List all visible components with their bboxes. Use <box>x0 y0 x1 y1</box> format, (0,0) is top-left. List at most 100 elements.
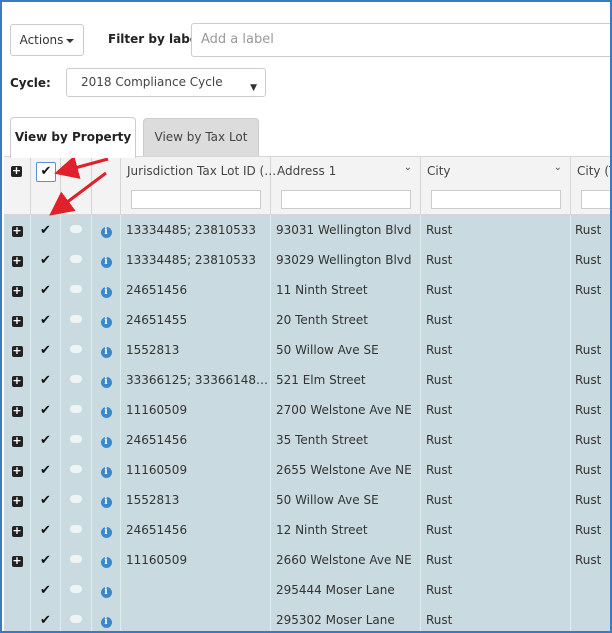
info-cell[interactable]: i <box>92 575 121 605</box>
info-cell[interactable]: i <box>92 545 121 575</box>
notes-cell[interactable] <box>61 545 92 575</box>
info-cell[interactable]: i <box>92 485 121 515</box>
speech-bubble-icon[interactable] <box>70 465 82 473</box>
checkmark-icon[interactable]: ✔ <box>40 373 51 388</box>
expand-row-icon[interactable]: + <box>11 525 23 537</box>
speech-bubble-icon[interactable] <box>70 435 82 443</box>
info-cell[interactable]: i <box>92 275 121 305</box>
info-circle-icon[interactable]: i <box>100 467 112 478</box>
expand-row-icon[interactable]: + <box>11 465 23 477</box>
select-cell[interactable]: ✔ <box>31 395 61 425</box>
notes-cell[interactable] <box>61 485 92 515</box>
select-cell[interactable]: ✔ <box>31 605 61 631</box>
expand-row-icon[interactable]: + <box>11 375 23 387</box>
notes-cell[interactable] <box>61 455 92 485</box>
info-circle-icon[interactable]: i <box>100 617 112 628</box>
info-cell[interactable]: i <box>92 425 121 455</box>
speech-bubble-icon[interactable] <box>70 255 82 263</box>
select-cell[interactable]: ✔ <box>31 545 61 575</box>
notes-cell[interactable] <box>61 275 92 305</box>
info-circle-icon[interactable]: i <box>100 317 112 328</box>
checkmark-icon[interactable]: ✔ <box>40 433 51 448</box>
notes-cell[interactable] <box>61 215 92 245</box>
speech-bubble-icon[interactable] <box>70 585 82 593</box>
notes-cell[interactable] <box>61 515 92 545</box>
table-row[interactable]: + ✔ i 11160509 2700 Welstone Ave NE Rust Rust <box>4 395 610 425</box>
address-filter-input[interactable] <box>281 190 411 209</box>
checkmark-icon[interactable]: ✔ <box>40 343 51 358</box>
actions-dropdown-button[interactable]: Actions <box>10 24 84 56</box>
speech-bubble-icon[interactable] <box>70 285 82 293</box>
speech-bubble-icon[interactable] <box>70 345 82 353</box>
table-row[interactable]: + ✔ i 24651456 11 Ninth Street Rust Rust <box>4 275 610 305</box>
table-row[interactable]: + ✔ i 24651456 12 Ninth Street Rust Rust <box>4 515 610 545</box>
select-cell[interactable]: ✔ <box>31 245 61 275</box>
checkmark-icon[interactable]: ✔ <box>40 313 51 328</box>
expand-all-icon[interactable]: + <box>11 165 22 177</box>
table-row[interactable]: + ✔ i 11160509 2660 Welstone Ave NE Rust Rust <box>4 545 610 575</box>
expand-row-icon[interactable]: + <box>11 225 23 237</box>
select-cell[interactable]: ✔ <box>31 275 61 305</box>
chevron-down-icon[interactable]: ⌄ <box>554 162 562 173</box>
table-row[interactable]: + ✔ i 24651456 35 Tenth Street Rust Rust <box>4 425 610 455</box>
checkmark-icon[interactable]: ✔ <box>40 493 51 508</box>
jurisdiction-filter-input[interactable] <box>131 190 261 209</box>
select-cell[interactable]: ✔ <box>31 515 61 545</box>
info-cell[interactable]: i <box>92 215 121 245</box>
cycle-select[interactable]: 2018 Compliance Cycle ▼ <box>66 68 266 97</box>
notes-cell[interactable] <box>61 605 92 631</box>
notes-cell[interactable] <box>61 335 92 365</box>
select-cell[interactable]: ✔ <box>31 455 61 485</box>
select-cell[interactable]: ✔ <box>31 425 61 455</box>
city-filter-input[interactable] <box>431 190 561 209</box>
expand-row-icon[interactable]: + <box>11 405 23 417</box>
info-circle-icon[interactable]: i <box>100 257 112 268</box>
add-label-input[interactable]: Add a label <box>191 23 610 57</box>
select-cell[interactable]: ✔ <box>31 575 61 605</box>
checkmark-icon[interactable]: ✔ <box>40 523 51 538</box>
info-cell[interactable]: i <box>92 515 121 545</box>
select-cell[interactable]: ✔ <box>31 485 61 515</box>
info-circle-icon[interactable]: i <box>100 287 112 298</box>
info-circle-icon[interactable]: i <box>100 377 112 388</box>
speech-bubble-icon[interactable] <box>70 555 82 563</box>
info-cell[interactable]: i <box>92 305 121 335</box>
notes-cell[interactable] <box>61 395 92 425</box>
table-row[interactable]: + ✔ i 13334485; 23810533 93029 Wellington Bl… <box>4 245 610 275</box>
info-cell[interactable]: i <box>92 395 121 425</box>
checkmark-icon[interactable]: ✔ <box>40 583 51 598</box>
info-circle-icon[interactable]: i <box>100 497 112 508</box>
expand-row-icon[interactable]: + <box>11 315 23 327</box>
table-row[interactable]: + ✔ i 1552813 50 Willow Ave SE Rust Rust <box>4 335 610 365</box>
info-cell[interactable]: i <box>92 455 121 485</box>
notes-cell[interactable] <box>61 575 92 605</box>
checkmark-icon[interactable]: ✔ <box>40 283 51 298</box>
column-header-address[interactable]: Address 1 ⌄ <box>271 157 421 215</box>
table-row[interactable]: + ✔ i 13334485; 23810533 93031 Wellington Bl… <box>4 215 610 245</box>
info-circle-icon[interactable]: i <box>100 407 112 418</box>
select-cell[interactable]: ✔ <box>31 215 61 245</box>
checkmark-icon[interactable]: ✔ <box>40 613 51 628</box>
expand-row-icon[interactable]: + <box>11 555 23 567</box>
city-taxlot-filter-input[interactable] <box>581 190 610 209</box>
speech-bubble-icon[interactable] <box>70 525 82 533</box>
expand-row-icon[interactable]: + <box>11 345 23 357</box>
expand-row-icon[interactable]: + <box>11 285 23 297</box>
checkmark-icon[interactable]: ✔ <box>40 463 51 478</box>
info-cell[interactable]: i <box>92 245 121 275</box>
info-circle-icon[interactable]: i <box>100 227 112 238</box>
table-row[interactable]: ✔ i 295302 Moser Lane Rust <box>4 605 610 631</box>
tab-view-by-property[interactable]: View by Property <box>10 117 136 158</box>
table-row[interactable]: + ✔ i 24651455 20 Tenth Street Rust <box>4 305 610 335</box>
column-header-city[interactable]: City ⌄ <box>421 157 571 215</box>
expand-row-icon[interactable]: + <box>11 495 23 507</box>
expand-row-icon[interactable]: + <box>11 435 23 447</box>
info-circle-icon[interactable]: i <box>100 347 112 358</box>
speech-bubble-icon[interactable] <box>70 315 82 323</box>
column-header-jurisdiction[interactable]: Jurisdiction Tax Lot ID (… <box>121 157 276 215</box>
tab-view-by-tax-lot[interactable]: View by Tax Lot <box>143 118 259 156</box>
checkmark-icon[interactable]: ✔ <box>40 403 51 418</box>
info-circle-icon[interactable]: i <box>100 527 112 538</box>
speech-bubble-icon[interactable] <box>70 615 82 623</box>
table-row[interactable]: + ✔ i 11160509 2655 Welstone Ave NE Rust Rust <box>4 455 610 485</box>
